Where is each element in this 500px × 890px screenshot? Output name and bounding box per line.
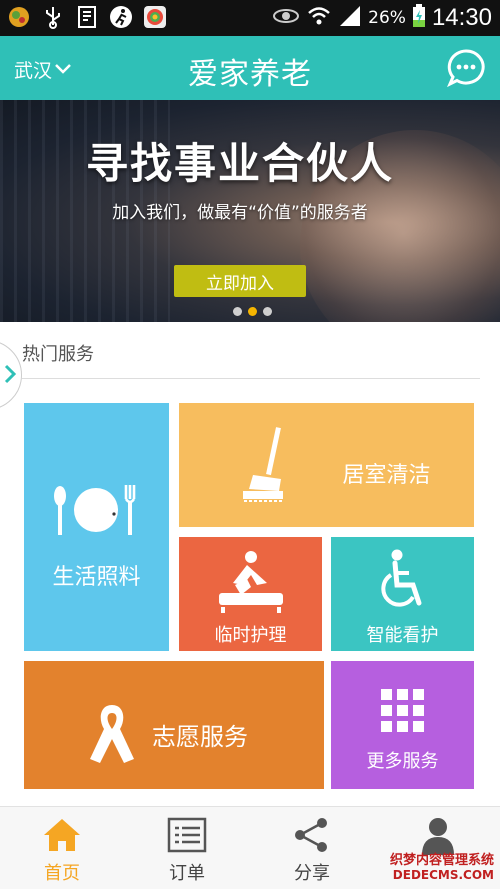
app-icon bbox=[6, 4, 32, 30]
promo-banner[interactable]: 寻找事业合伙人 加入我们，做最有“价值”的服务者 立即加入 bbox=[0, 100, 500, 322]
tile-life-care[interactable]: 生活照料 bbox=[24, 403, 169, 651]
caregiver-icon bbox=[217, 549, 285, 617]
system-status: 26% 14:30 bbox=[272, 0, 492, 36]
page-title: 爱家养老 bbox=[188, 57, 312, 92]
tile-label: 临时护理 bbox=[214, 625, 287, 646]
chevron-right-icon[interactable] bbox=[2, 364, 18, 384]
chat-bubble-icon[interactable] bbox=[446, 48, 486, 88]
tile-volunteer[interactable]: 志愿服务 bbox=[24, 661, 324, 789]
eye-icon bbox=[272, 6, 300, 30]
nav-label: 首页 bbox=[44, 863, 80, 884]
tile-house-cleaning[interactable]: 居室清洁 bbox=[179, 403, 474, 527]
carousel-indicator bbox=[233, 307, 272, 316]
tile-label: 志愿服务 bbox=[152, 723, 248, 751]
nav-home[interactable]: 首页 bbox=[12, 807, 112, 890]
nav-share[interactable]: 分享 bbox=[262, 807, 362, 890]
tile-temp-nursing[interactable]: 临时护理 bbox=[179, 537, 322, 651]
divider bbox=[22, 378, 480, 379]
banner-subtitle: 加入我们，做最有“价值”的服务者 bbox=[112, 203, 368, 223]
carousel-dot-active[interactable] bbox=[248, 307, 257, 316]
tile-label: 居室清洁 bbox=[342, 463, 431, 488]
signal-icon bbox=[338, 4, 362, 32]
battery-percent: 26% bbox=[368, 8, 406, 28]
eye-reader-icon bbox=[74, 4, 100, 30]
section-title: 热门服务 bbox=[22, 344, 94, 365]
carousel-dot[interactable] bbox=[263, 307, 272, 316]
share-icon bbox=[292, 815, 332, 855]
app-store-icon bbox=[142, 4, 168, 30]
home-icon bbox=[42, 815, 82, 855]
tile-label: 生活照料 bbox=[52, 565, 141, 590]
tile-more-services[interactable]: 更多服务 bbox=[331, 661, 474, 789]
tile-label: 智能看护 bbox=[366, 625, 439, 646]
status-bar: 26% 14:30 bbox=[0, 0, 500, 36]
watermark-line1: 织梦内容管理系统 bbox=[389, 853, 494, 868]
watermark: 织梦内容管理系统 DEDECMS.COM bbox=[390, 853, 494, 883]
carousel-dot[interactable] bbox=[233, 307, 242, 316]
bottom-navigation: 首页 订单 分享 织梦内容管理系统 DEDECMS.COM bbox=[0, 806, 500, 889]
nav-label: 订单 bbox=[169, 863, 205, 884]
join-now-button[interactable]: 立即加入 bbox=[174, 265, 306, 297]
nav-label: 分享 bbox=[294, 863, 330, 884]
app-header: 武汉 爱家养老 bbox=[0, 36, 500, 100]
plate-utensils-icon bbox=[50, 483, 142, 541]
user-icon bbox=[418, 815, 458, 855]
nav-orders[interactable]: 订单 bbox=[137, 807, 237, 890]
watermark-line2: DEDECMS.COM bbox=[392, 868, 494, 882]
tile-smart-care[interactable]: 智能看护 bbox=[331, 537, 474, 651]
wheelchair-icon bbox=[377, 549, 429, 617]
grid-icon bbox=[381, 689, 425, 737]
battery-icon bbox=[412, 4, 426, 32]
tile-label: 更多服务 bbox=[366, 751, 439, 772]
banner-title: 寻找事业合伙人 bbox=[85, 139, 394, 188]
clock: 14:30 bbox=[431, 4, 492, 31]
running-icon bbox=[108, 4, 134, 30]
wifi-icon bbox=[306, 4, 332, 32]
usb-icon bbox=[40, 4, 66, 30]
order-list-icon bbox=[167, 815, 207, 855]
notification-icons bbox=[6, 4, 168, 30]
